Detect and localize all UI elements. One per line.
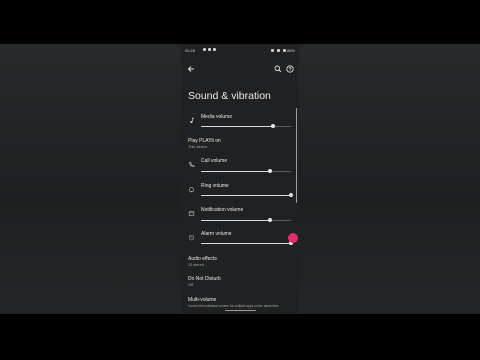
do-not-disturb-value: Off — [188, 283, 193, 287]
slider-thumb[interactable] — [268, 169, 273, 173]
status-icons: 86% — [269, 48, 295, 53]
phone-icon — [189, 162, 195, 168]
app-bar — [181, 64, 299, 76]
multi-volume-label: Multi-volume — [188, 297, 217, 303]
alarm-icon — [189, 234, 194, 241]
notification-icon — [188, 211, 195, 216]
letterbox-top — [0, 0, 480, 44]
alarm-volume-label: Alarm volume — [201, 231, 232, 237]
background-right — [299, 0, 480, 360]
media-volume-label: Media volume — [201, 114, 233, 120]
ring-volume-label: Ring volume — [201, 183, 229, 189]
slider-thumb[interactable] — [271, 124, 275, 128]
gesture-bar[interactable] — [225, 309, 256, 311]
multi-volume-value: Control the individual volume for multip… — [188, 304, 279, 308]
status-time: 00:26 — [185, 48, 196, 53]
battery-percent: 86% — [286, 48, 295, 53]
help-icon[interactable] — [285, 64, 295, 74]
phone-screen: 00:26 86% Sound & vibration Media volume… — [181, 44, 299, 314]
play-on-value: This device — [188, 145, 208, 149]
slider-thumb[interactable] — [289, 193, 293, 197]
ring-volume-slider[interactable] — [201, 192, 293, 198]
call-volume-slider[interactable] — [201, 168, 291, 174]
slider-thumb[interactable] — [268, 218, 273, 222]
notification-dot-icon — [208, 48, 211, 51]
wifi-icon — [276, 49, 280, 53]
status-bar: 00:26 86% — [185, 47, 295, 55]
music-note-icon — [190, 117, 194, 124]
call-volume-label: Call volume — [201, 158, 228, 164]
scrollbar[interactable] — [295, 108, 297, 203]
background-left — [0, 0, 181, 360]
floating-action-button[interactable] — [288, 233, 298, 243]
bell-icon — [189, 187, 194, 193]
alarm-volume-slider[interactable] — [201, 240, 293, 246]
notification-dot-icon — [203, 48, 206, 51]
page-title: Sound & vibration — [188, 90, 271, 102]
signal-icon — [282, 49, 286, 53]
notification-volume-label: Notification volume — [201, 207, 244, 213]
notification-volume-slider[interactable] — [201, 217, 291, 223]
back-arrow-icon[interactable] — [186, 64, 196, 74]
media-volume-slider[interactable] — [201, 123, 291, 129]
audio-effects-value: 10 stereo — [188, 263, 204, 267]
play-on-label: Play PLAYit on — [188, 138, 221, 144]
search-icon[interactable] — [273, 64, 283, 74]
do-not-disturb-label: Do Not Disturb — [188, 276, 221, 282]
audio-effects-label: Audio effects — [188, 256, 217, 262]
letterbox-bottom — [0, 314, 480, 360]
vibrate-icon — [270, 49, 274, 53]
notification-dot-icon — [213, 48, 216, 51]
